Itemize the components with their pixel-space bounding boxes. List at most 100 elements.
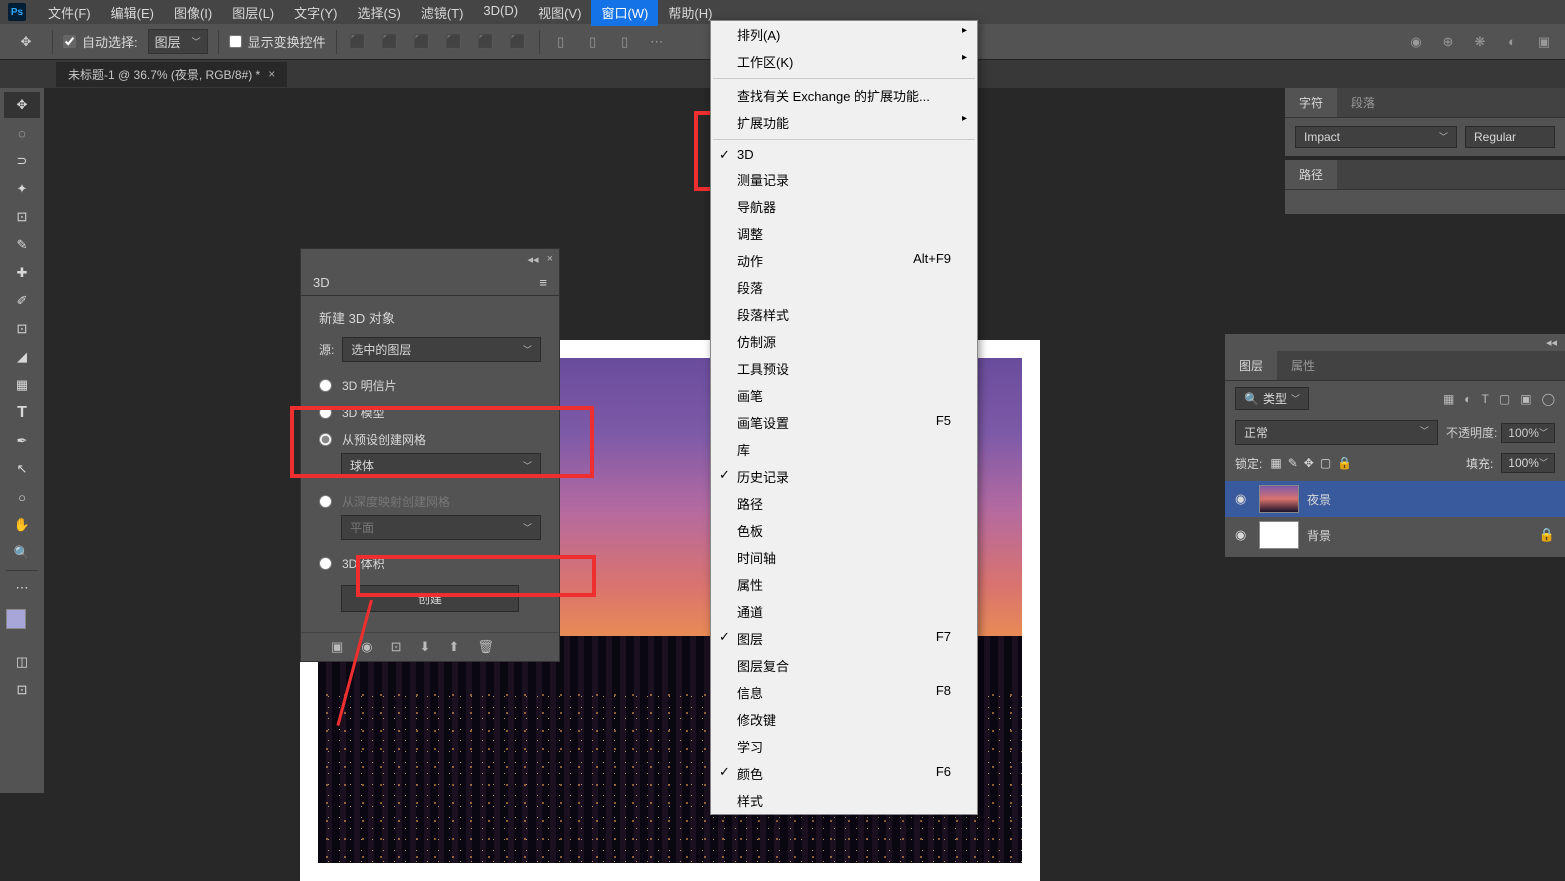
wmenu-item[interactable]: 修改键 xyxy=(711,706,977,733)
wmenu-item[interactable]: 动作Alt+F9 xyxy=(711,247,977,274)
3d-mat-icon[interactable]: ⬇ xyxy=(420,639,431,655)
gradient-tool[interactable]: ▦ xyxy=(4,372,40,398)
menu-图层(L)[interactable]: 图层(L) xyxy=(222,0,284,26)
wmenu-item[interactable]: 时间轴 xyxy=(711,544,977,571)
wmenu-item[interactable]: 测量记录 xyxy=(711,166,977,193)
more-icon[interactable]: ⋯ xyxy=(646,31,668,53)
layer-filter-select[interactable]: 🔍 类型 ﹀ xyxy=(1235,387,1309,410)
wmenu-item[interactable]: 调整 xyxy=(711,220,977,247)
layer-item[interactable]: ◉背景🔒 xyxy=(1225,517,1565,553)
menu-选择(S)[interactable]: 选择(S) xyxy=(347,0,410,26)
close-icon[interactable]: × xyxy=(268,67,275,81)
menu-图像(I)[interactable]: 图像(I) xyxy=(164,0,222,26)
filter-pixel-icon[interactable]: ▦ xyxy=(1443,392,1454,406)
wmenu-item[interactable]: 历史记录 xyxy=(711,463,977,490)
filter-type-icon[interactable]: T xyxy=(1482,392,1489,406)
align-left-icon[interactable]: ⬛ xyxy=(443,31,465,53)
menu-视图(V)[interactable]: 视图(V) xyxy=(528,0,591,26)
tab-paragraph[interactable]: 段落 xyxy=(1337,88,1389,117)
zoom-tool[interactable]: 🔍 xyxy=(4,540,40,566)
healing-tool[interactable]: ✚ xyxy=(4,260,40,286)
fill-field[interactable]: 100%﹀ xyxy=(1501,453,1555,473)
edit-toolbar[interactable]: ⋯ xyxy=(4,575,40,601)
wmenu-item[interactable]: 仿制源 xyxy=(711,328,977,355)
wmenu-item[interactable]: 画笔 xyxy=(711,382,977,409)
document-tab[interactable]: 未标题-1 @ 36.7% (夜景, RGB/8#) *× xyxy=(56,62,287,87)
wand-tool[interactable]: ✦ xyxy=(4,176,40,202)
lock-pos-icon[interactable]: ✥ xyxy=(1304,456,1314,470)
collapse-icon[interactable]: ◂◂ xyxy=(528,253,539,266)
wmenu-item[interactable]: 路径 xyxy=(711,490,977,517)
wmenu-item[interactable]: 扩展功能 xyxy=(711,109,977,136)
dist-icon[interactable]: ▯ xyxy=(550,31,572,53)
3d-tab[interactable]: 3D≡ xyxy=(301,270,559,296)
wmenu-item[interactable]: 排列(A) xyxy=(711,21,977,48)
lock-art-icon[interactable]: ▢ xyxy=(1320,456,1331,470)
wmenu-item[interactable]: 色板 xyxy=(711,517,977,544)
tab-character[interactable]: 字符 xyxy=(1285,88,1337,117)
align-hcenter-icon[interactable]: ⬛ xyxy=(475,31,497,53)
3d-trash-icon[interactable]: 🗑 xyxy=(477,639,494,655)
menu-编辑(E)[interactable]: 编辑(E) xyxy=(101,0,164,26)
wmenu-item[interactable]: 工具预设 xyxy=(711,355,977,382)
font-family-select[interactable]: Impact﹀ xyxy=(1295,126,1457,148)
lasso-tool[interactable]: ⊃ xyxy=(4,148,40,174)
align-bottom-icon[interactable]: ⬛ xyxy=(411,31,433,53)
move-tool-icon[interactable]: ✥ xyxy=(10,26,42,58)
tab-paths[interactable]: 路径 xyxy=(1285,160,1337,189)
wmenu-item[interactable]: 图层F7 xyxy=(711,625,977,652)
type-tool[interactable]: T xyxy=(4,400,40,426)
dist-icon[interactable]: ▯ xyxy=(582,31,604,53)
3d-mesh-icon[interactable]: ⬆ xyxy=(448,639,459,655)
marquee-tool[interactable]: ◌ xyxy=(4,120,40,146)
quickmask-tool[interactable]: ◫ xyxy=(4,649,40,675)
brush-tool[interactable]: ✐ xyxy=(4,288,40,314)
3d-postcard-radio[interactable]: 3D 明信片 xyxy=(319,372,541,399)
color-swatches[interactable] xyxy=(4,609,40,641)
dist-icon[interactable]: ▯ xyxy=(614,31,636,53)
filter-shape-icon[interactable]: ▢ xyxy=(1499,392,1510,406)
align-right-icon[interactable]: ⬛ xyxy=(507,31,529,53)
blend-mode-select[interactable]: 正常﹀ xyxy=(1235,420,1438,445)
lock-all-icon[interactable]: 🔒 xyxy=(1337,456,1352,470)
menu-滤镜(T)[interactable]: 滤镜(T) xyxy=(411,0,474,26)
path-select-tool[interactable]: ↖ xyxy=(4,456,40,482)
wmenu-item[interactable]: 图层复合 xyxy=(711,652,977,679)
stamp-tool[interactable]: ⊡ xyxy=(4,316,40,342)
wmenu-item[interactable]: 样式 xyxy=(711,787,977,814)
wmenu-item[interactable]: 颜色F6 xyxy=(711,760,977,787)
screenmode-tool[interactable]: ⊡ xyxy=(4,677,40,703)
menu-文字(Y)[interactable]: 文字(Y) xyxy=(284,0,347,26)
menu-窗口(W)[interactable]: 窗口(W) xyxy=(591,0,658,26)
wmenu-item[interactable]: 库 xyxy=(711,436,977,463)
autoselect-target[interactable]: 图层﹀ xyxy=(148,29,208,54)
menu-文件(F)[interactable]: 文件(F) xyxy=(38,0,101,26)
wmenu-item[interactable]: 画笔设置F5 xyxy=(711,409,977,436)
lock-trans-icon[interactable]: ▦ xyxy=(1270,456,1281,470)
font-style-select[interactable]: Regular xyxy=(1465,126,1555,148)
lock-paint-icon[interactable]: ✎ xyxy=(1288,456,1298,470)
wmenu-item[interactable]: 信息F8 xyxy=(711,679,977,706)
filter-smart-icon[interactable]: ▣ xyxy=(1520,392,1531,406)
filter-toggle-icon[interactable]: ◯ xyxy=(1542,392,1555,406)
layer-item[interactable]: ◉夜景 xyxy=(1225,481,1565,517)
close-icon[interactable]: × xyxy=(547,253,553,266)
wmenu-item[interactable]: 查找有关 Exchange 的扩展功能... xyxy=(711,82,977,109)
3d-source-select[interactable]: 选中的图层﹀ xyxy=(342,337,541,362)
wmenu-item[interactable]: 段落样式 xyxy=(711,301,977,328)
show-transform-checkbox[interactable]: 显示变换控件 xyxy=(229,32,326,51)
wmenu-item[interactable]: 工作区(K) xyxy=(711,48,977,75)
3d-orbit-icon[interactable]: ⊕ xyxy=(1437,31,1459,53)
3d-volume-radio[interactable]: 3D 体积 xyxy=(319,550,541,577)
wmenu-item[interactable]: 段落 xyxy=(711,274,977,301)
wmenu-item[interactable]: 通道 xyxy=(711,598,977,625)
opacity-field[interactable]: 100%﹀ xyxy=(1501,423,1555,443)
3d-roll-icon[interactable]: ◐ xyxy=(1501,31,1523,53)
align-top-icon[interactable]: ⬛ xyxy=(347,31,369,53)
wmenu-item[interactable]: 3D xyxy=(711,143,977,166)
visibility-icon[interactable]: ◉ xyxy=(1235,527,1251,543)
hand-tool[interactable]: ✋ xyxy=(4,512,40,538)
crop-tool[interactable]: ⊡ xyxy=(4,204,40,230)
3d-scene-icon[interactable]: ▣ xyxy=(331,639,343,655)
move-tool[interactable]: ✥ xyxy=(4,92,40,118)
